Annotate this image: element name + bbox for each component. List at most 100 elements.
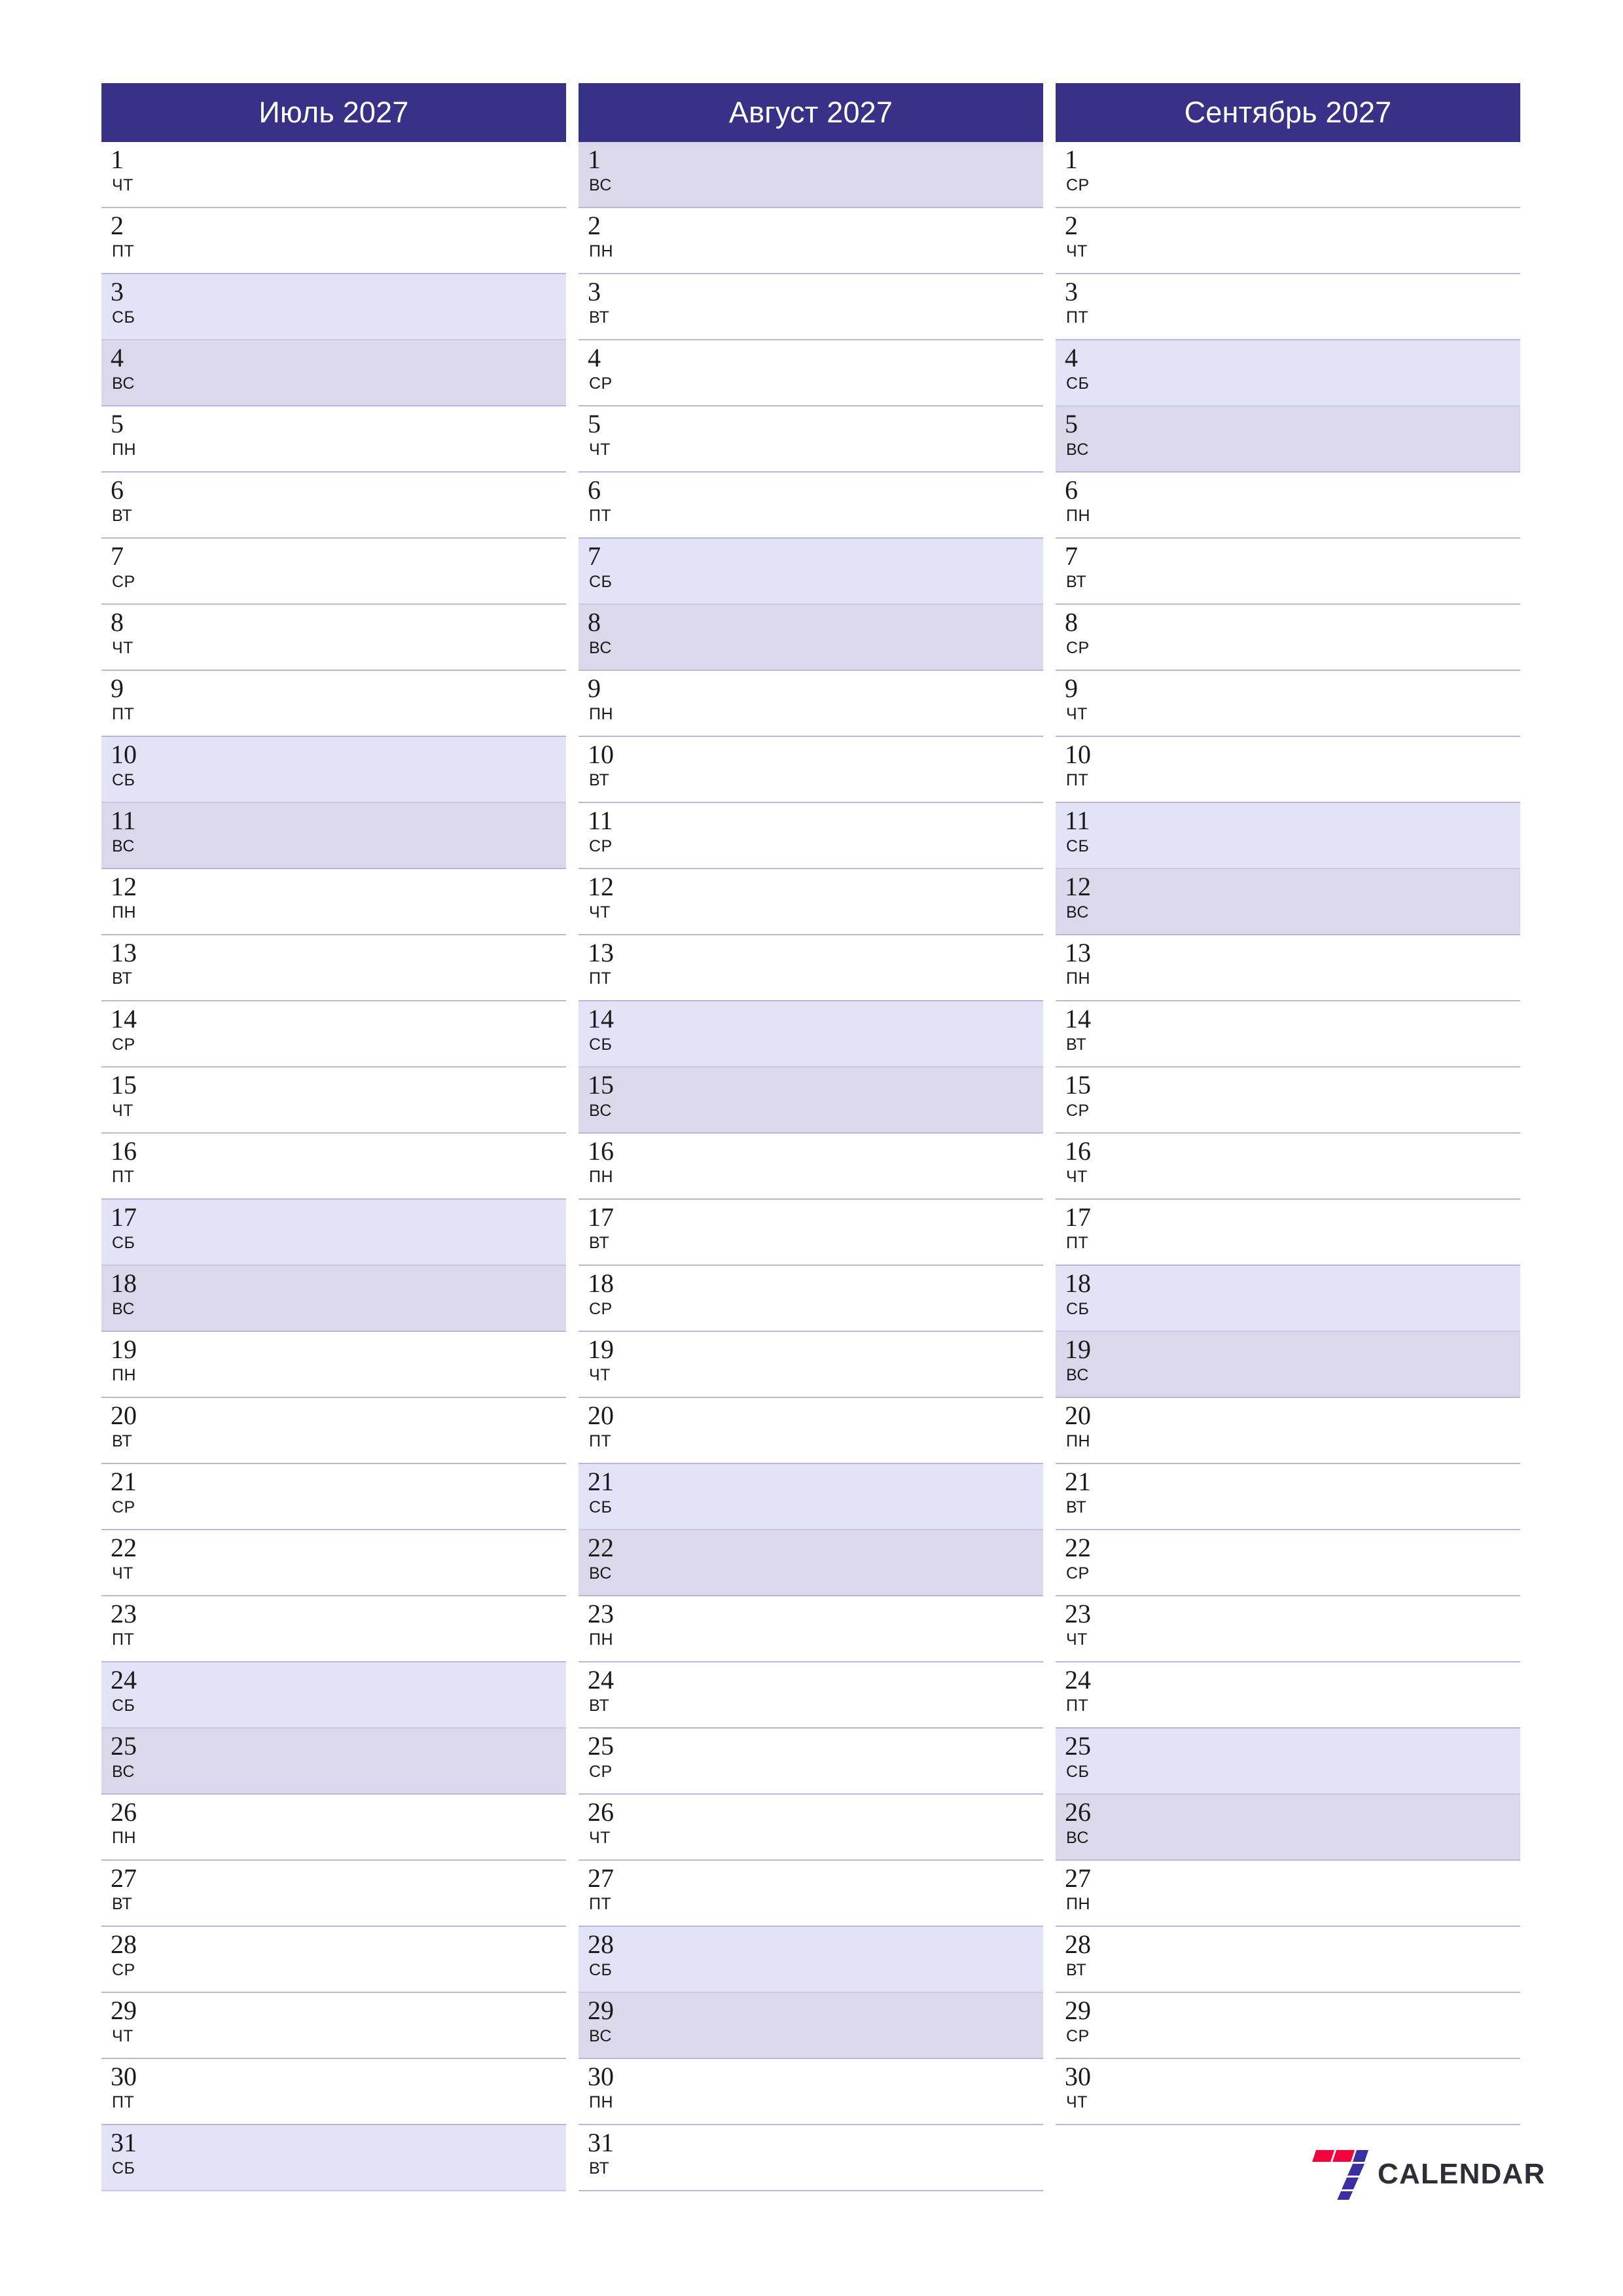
day-row[interactable]: 28 СР — [101, 1927, 566, 1993]
day-row[interactable]: 26 ЧТ — [579, 1795, 1043, 1861]
day-row[interactable]: 14 ВТ — [1056, 1001, 1520, 1067]
day-row[interactable]: 8 ВС — [579, 605, 1043, 671]
day-weekday: ПН — [589, 1168, 614, 1186]
day-row[interactable]: 18 ВС — [101, 1266, 566, 1332]
day-row[interactable]: 7 СР — [101, 539, 566, 605]
day-row[interactable]: 21 СБ — [579, 1464, 1043, 1530]
day-row[interactable]: 29 СР — [1056, 1993, 1520, 2059]
day-row[interactable]: 20 ПН — [1056, 1398, 1520, 1464]
day-row[interactable]: 22 СР — [1056, 1530, 1520, 1596]
day-row[interactable]: 27 ПТ — [579, 1861, 1043, 1927]
day-row[interactable]: 11 СБ — [1056, 803, 1520, 869]
day-row[interactable]: 21 СР — [101, 1464, 566, 1530]
day-row[interactable]: 15 ЧТ — [101, 1067, 566, 1134]
day-number: 27 — [588, 1863, 614, 1893]
day-row[interactable]: 2 ЧТ — [1056, 208, 1520, 274]
day-row[interactable]: 29 ВС — [579, 1993, 1043, 2059]
day-row[interactable]: 26 ПН — [101, 1795, 566, 1861]
day-row[interactable]: 19 ВС — [1056, 1332, 1520, 1398]
day-row[interactable]: 10 СБ — [101, 737, 566, 803]
day-row[interactable]: 18 СР — [579, 1266, 1043, 1332]
day-row[interactable]: 2 ПН — [579, 208, 1043, 274]
day-row[interactable]: 11 ВС — [101, 803, 566, 869]
day-row[interactable]: 12 ЧТ — [579, 869, 1043, 935]
day-row[interactable]: 6 ВТ — [101, 473, 566, 539]
day-row[interactable]: 17 СБ — [101, 1200, 566, 1266]
day-row[interactable]: 14 СБ — [579, 1001, 1043, 1067]
day-row[interactable]: 28 ВТ — [1056, 1927, 1520, 1993]
day-row[interactable]: 20 ВТ — [101, 1398, 566, 1464]
day-row[interactable]: 13 ПТ — [579, 935, 1043, 1001]
day-row[interactable]: 5 ЧТ — [579, 406, 1043, 473]
day-row[interactable]: 6 ПН — [1056, 473, 1520, 539]
day-row[interactable]: 1 ЧТ — [101, 142, 566, 208]
day-row[interactable]: 12 ПН — [101, 869, 566, 935]
day-row[interactable]: 31 ВТ — [579, 2125, 1043, 2191]
day-row[interactable]: 3 ПТ — [1056, 274, 1520, 340]
day-row[interactable]: 21 ВТ — [1056, 1464, 1520, 1530]
day-row[interactable]: 18 СБ — [1056, 1266, 1520, 1332]
day-row[interactable]: 17 ПТ — [1056, 1200, 1520, 1266]
day-row[interactable]: 25 СБ — [1056, 1729, 1520, 1795]
day-row[interactable]: 24 СБ — [101, 1662, 566, 1729]
day-row[interactable]: 14 СР — [101, 1001, 566, 1067]
day-row[interactable]: 19 ПН — [101, 1332, 566, 1398]
day-row[interactable]: 31 СБ — [101, 2125, 566, 2191]
day-row[interactable]: 8 ЧТ — [101, 605, 566, 671]
day-row[interactable]: 24 ПТ — [1056, 1662, 1520, 1729]
day-row[interactable]: 1 ВС — [579, 142, 1043, 208]
day-row[interactable]: 17 ВТ — [579, 1200, 1043, 1266]
day-row[interactable]: 5 ВС — [1056, 406, 1520, 473]
day-row[interactable]: 3 СБ — [101, 274, 566, 340]
day-row[interactable]: 1 СР — [1056, 142, 1520, 208]
day-row[interactable]: 9 ЧТ — [1056, 671, 1520, 737]
day-row[interactable]: 8 СР — [1056, 605, 1520, 671]
day-row[interactable]: 13 ПН — [1056, 935, 1520, 1001]
day-row[interactable]: 4 СР — [579, 340, 1043, 406]
day-row[interactable]: 23 ПТ — [101, 1596, 566, 1662]
day-row[interactable]: 7 ВТ — [1056, 539, 1520, 605]
day-row[interactable]: 26 ВС — [1056, 1795, 1520, 1861]
day-row[interactable]: 24 ВТ — [579, 1662, 1043, 1729]
day-row[interactable]: 15 СР — [1056, 1067, 1520, 1134]
day-row[interactable]: 30 ЧТ — [1056, 2059, 1520, 2125]
day-row[interactable]: 16 ЧТ — [1056, 1134, 1520, 1200]
day-number: 16 — [111, 1136, 137, 1166]
day-row[interactable]: 16 ПН — [579, 1134, 1043, 1200]
day-row[interactable]: 27 ПН — [1056, 1861, 1520, 1927]
day-weekday: ВТ — [1066, 1035, 1087, 1054]
day-row[interactable]: 16 ПТ — [101, 1134, 566, 1200]
day-row[interactable]: 29 ЧТ — [101, 1993, 566, 2059]
day-row[interactable]: 30 ПН — [579, 2059, 1043, 2125]
day-weekday: ВС — [1066, 1366, 1089, 1384]
day-row[interactable]: 25 СР — [579, 1729, 1043, 1795]
day-row[interactable]: 30 ПТ — [101, 2059, 566, 2125]
day-row[interactable]: 22 ВС — [579, 1530, 1043, 1596]
day-number: 29 — [588, 1996, 614, 2025]
day-row[interactable]: 9 ПТ — [101, 671, 566, 737]
day-row[interactable]: 4 СБ — [1056, 340, 1520, 406]
day-row[interactable]: 23 ПН — [579, 1596, 1043, 1662]
day-row[interactable]: 10 ВТ — [579, 737, 1043, 803]
day-row[interactable]: 20 ПТ — [579, 1398, 1043, 1464]
day-row[interactable]: 23 ЧТ — [1056, 1596, 1520, 1662]
day-row[interactable]: 25 ВС — [101, 1729, 566, 1795]
day-row[interactable]: 7 СБ — [579, 539, 1043, 605]
day-row[interactable]: 4 ВС — [101, 340, 566, 406]
day-row[interactable]: 27 ВТ — [101, 1861, 566, 1927]
day-row[interactable]: 9 ПН — [579, 671, 1043, 737]
day-weekday: СР — [1066, 2027, 1090, 2045]
day-row[interactable]: 22 ЧТ — [101, 1530, 566, 1596]
day-row[interactable]: 5 ПН — [101, 406, 566, 473]
day-row[interactable]: 10 ПТ — [1056, 737, 1520, 803]
day-row[interactable]: 11 СР — [579, 803, 1043, 869]
day-number: 14 — [588, 1004, 614, 1033]
day-row[interactable]: 13 ВТ — [101, 935, 566, 1001]
day-row[interactable]: 15 ВС — [579, 1067, 1043, 1134]
day-row[interactable]: 12 ВС — [1056, 869, 1520, 935]
day-row[interactable]: 6 ПТ — [579, 473, 1043, 539]
day-row[interactable]: 28 СБ — [579, 1927, 1043, 1993]
day-row[interactable]: 3 ВТ — [579, 274, 1043, 340]
day-row[interactable]: 2 ПТ — [101, 208, 566, 274]
day-row[interactable]: 19 ЧТ — [579, 1332, 1043, 1398]
